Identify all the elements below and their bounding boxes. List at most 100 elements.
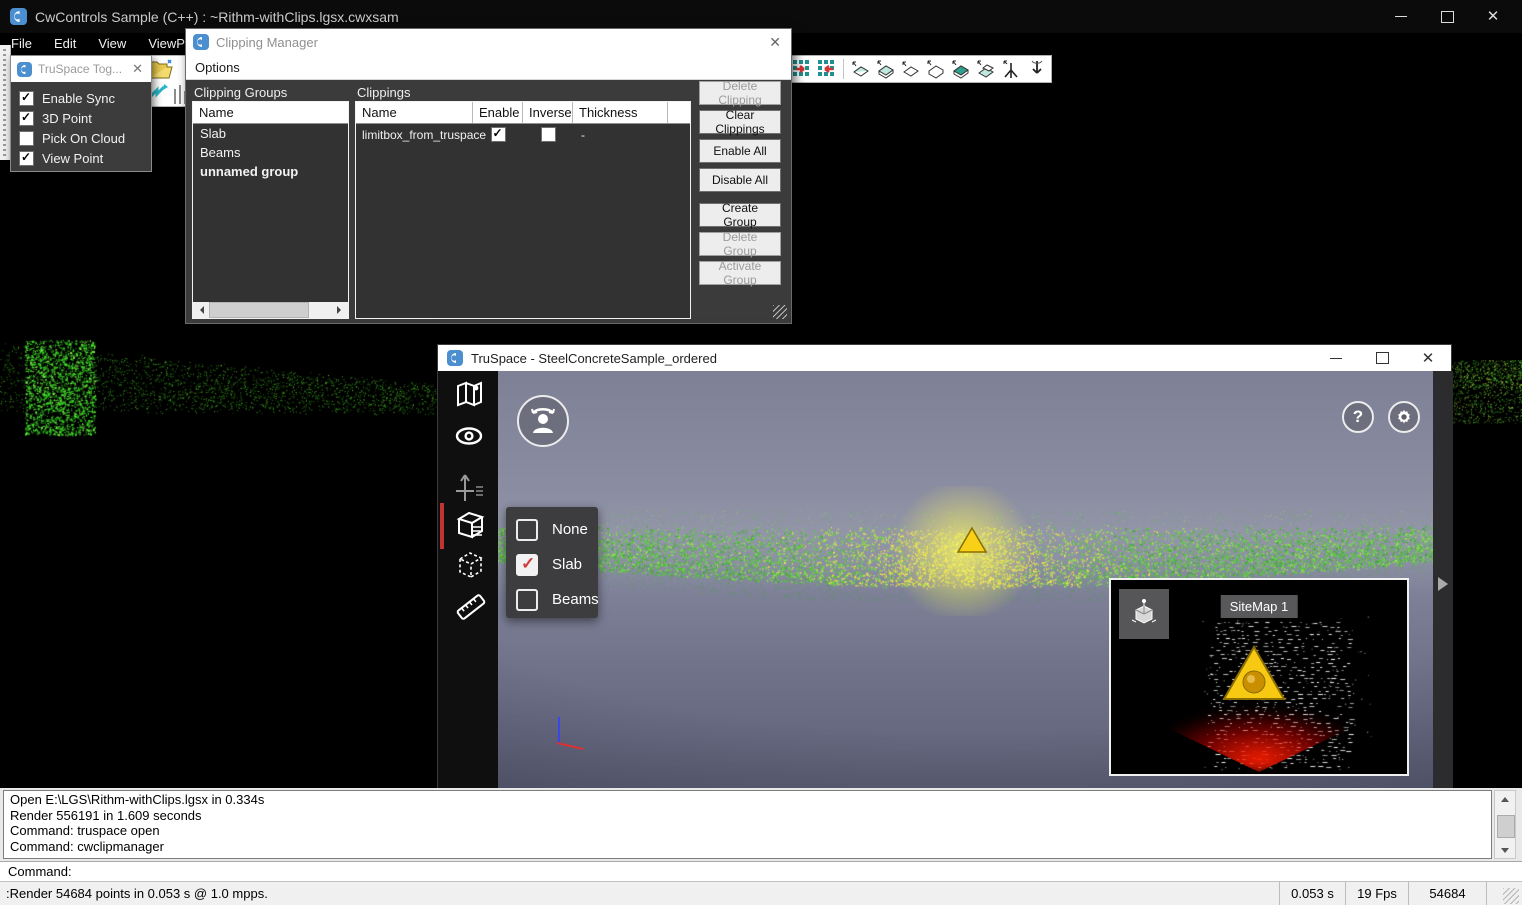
clip-option-slab[interactable]: Slab [516,547,598,582]
help-glyph: ? [1353,407,1363,427]
clipping-inverse-checkbox[interactable] [541,127,556,142]
clip-option-none[interactable]: None [516,512,598,547]
elevation-tool-icon[interactable] [455,469,485,508]
statusbar-resize-grip[interactable] [1503,888,1519,904]
drop-to-ground-icon[interactable] [1025,58,1048,80]
clipping-groups-label: Clipping Groups [194,85,287,100]
delete-clipping-button[interactable]: Delete Clipping [699,81,781,105]
truspace-side-rail [1433,371,1453,802]
minimize-button[interactable] [1378,0,1424,33]
scroll-left-icon[interactable] [193,302,209,318]
settings-button[interactable] [1388,401,1420,433]
delete-group-button[interactable]: Delete Group [699,232,781,256]
scroll-down-icon[interactable] [1495,843,1515,858]
pointcloud-left-strip [0,325,437,440]
group-item-unnamed[interactable]: unnamed group [193,162,348,181]
clip-slab-icon-1[interactable] [849,58,872,80]
menu-options[interactable]: Options [186,60,249,75]
expand-panel-arrow-icon[interactable] [1438,577,1455,591]
truspace-title: TruSpace - SteelConcreteSample_ordered [471,351,717,366]
clip-slab-icon-4[interactable] [925,58,948,80]
toggle-3d-point[interactable]: 3D Point [19,108,151,128]
clipping-tool-icon[interactable] [455,509,485,544]
slab-checkbox[interactable] [516,554,538,576]
log-scroll-thumb[interactable] [1497,815,1515,838]
beams-checkbox[interactable] [516,589,538,611]
sitemap-cube-button[interactable] [1119,589,1169,639]
view-point-checkbox[interactable] [19,151,34,166]
clip-slab-icon-5[interactable] [950,58,973,80]
dialog-resize-grip[interactable] [773,305,787,319]
disable-all-button[interactable]: Disable All [699,168,781,192]
status-point-count: 54684 [1408,882,1486,905]
toggle-view-point[interactable]: View Point [19,148,151,168]
log-line: Open E:\LGS\Rithm-withClips.lgsx in 0.33… [10,792,1485,808]
sitemap-scanner-marker[interactable] [1221,644,1287,707]
clear-clippings-button[interactable]: Clear Clippings [699,110,781,134]
group-item-slab[interactable]: Slab [193,124,348,143]
clip-slab-icon-2[interactable] [874,58,897,80]
look-around-button[interactable] [517,395,569,447]
group-item-beams[interactable]: Beams [193,143,348,162]
clipping-groups-list[interactable]: Name Slab Beams unnamed group [192,101,349,319]
toggle-pick-on-cloud[interactable]: Pick On Cloud [19,128,151,148]
create-group-button[interactable]: Create Group [699,203,781,227]
none-checkbox[interactable] [516,519,538,541]
pointcloud-right-strip [1452,360,1522,425]
status-fps: 19 Fps [1345,882,1408,905]
truspace-icon [447,350,463,366]
viewpoint-marker[interactable] [956,526,988,559]
toolbar-separator [843,59,844,79]
clipping-thickness: - [573,128,585,142]
log-line: Command: truspace open [10,823,1485,839]
tripod-icon[interactable] [1000,58,1023,80]
log-scrollbar[interactable] [1494,790,1516,859]
view-tool-icon[interactable] [455,426,483,451]
scroll-thumb[interactable] [209,302,309,318]
truspace-close-button[interactable]: ✕ [1405,345,1451,371]
points-out-icon[interactable] [815,58,838,80]
truspace-titlebar[interactable]: TruSpace - SteelConcreteSample_ordered ✕ [438,345,1451,371]
enable-sync-checkbox[interactable] [19,91,34,106]
menu-edit[interactable]: Edit [43,33,87,55]
clipping-manager-titlebar[interactable]: Clipping Manager ✕ [186,29,791,55]
scroll-right-icon[interactable] [332,302,348,318]
clipping-manager-close-icon[interactable]: ✕ [759,34,791,51]
command-input-row[interactable]: Command: [0,861,1522,881]
ruler-tool-icon[interactable] [455,591,487,628]
sitemap-inset[interactable]: SiteMap 1 [1109,578,1409,776]
clip-slab-icon-3[interactable] [899,58,922,80]
groups-hscrollbar[interactable] [193,302,348,318]
clipping-enable-checkbox[interactable] [491,127,506,142]
help-button[interactable]: ? [1342,401,1374,433]
scroll-up-icon[interactable] [1495,791,1515,806]
clipping-manager-title: Clipping Manager [216,35,318,50]
col-name: Name [356,102,473,123]
clipping-row[interactable]: limitbox_from_truspace - [356,124,690,145]
clipping-selector-popup: None Slab Beams [506,507,598,618]
clippings-table[interactable]: Name Enable Inverse Thickness limitbox_f… [355,101,691,319]
clip-slab-icon-6[interactable] [975,58,998,80]
truspace-sidebar [438,371,498,802]
enable-all-button[interactable]: Enable All [699,139,781,163]
status-render-time: 0.053 s [1279,882,1345,905]
activate-group-button[interactable]: Activate Group [699,261,781,285]
clip-option-beams[interactable]: Beams [516,582,598,617]
truspace-window: TruSpace - SteelConcreteSample_ordered ✕ [437,344,1452,825]
close-button[interactable]: ✕ [1470,0,1516,33]
points-in-icon[interactable] [790,58,813,80]
clipping-manager-icon [193,34,209,50]
truspace-tog-close-icon[interactable]: ✕ [124,61,151,77]
truspace-minimize-button[interactable] [1313,345,1359,371]
truspace-tog-titlebar[interactable]: TruSpace Tog... ✕ [11,56,151,82]
3d-point-checkbox[interactable] [19,111,34,126]
toggle-enable-sync[interactable]: Enable Sync [19,88,151,108]
pick-on-cloud-checkbox[interactable] [19,131,34,146]
truspace-viewport[interactable]: ? None Slab B [498,371,1433,802]
sitemap-tool-icon[interactable] [455,381,483,412]
truspace-maximize-button[interactable] [1359,345,1405,371]
limitbox-tool-icon[interactable] [455,549,485,584]
command-log[interactable]: Open E:\LGS\Rithm-withClips.lgsx in 0.33… [3,790,1492,859]
menu-view[interactable]: View [87,33,137,55]
maximize-button[interactable] [1424,0,1470,33]
